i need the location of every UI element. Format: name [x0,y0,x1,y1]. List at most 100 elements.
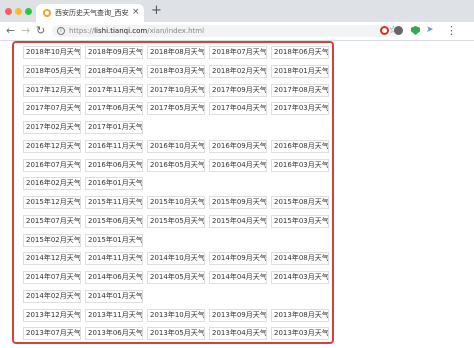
month-weather-link[interactable]: 2013年05月天气 [147,327,205,341]
month-weather-link[interactable]: 2016年12月天气 [23,139,81,153]
month-row: 2018年05月天气 2018年04月天气 2018年03月天气 2018年02月天气… [23,64,332,84]
month-weather-link[interactable]: 2016年09月天气 [209,139,267,153]
month-weather-link[interactable]: 2013年03月天气 [271,327,329,341]
send-extension-icon[interactable]: ➤ [426,26,435,35]
new-tab-button[interactable]: + [151,4,162,18]
extension-icon[interactable] [380,26,389,35]
month-weather-link[interactable]: 2015年08月天气 [271,196,329,209]
month-weather-link[interactable]: 2015年10月天气 [147,196,205,209]
month-weather-link[interactable]: 2014年06月天气 [85,271,143,284]
month-weather-link[interactable]: 2016年06月天气 [85,158,143,172]
info-icon[interactable]: i [57,27,65,35]
url-path: /xian/index.html [147,27,205,35]
extension-icon[interactable] [394,26,403,35]
back-icon[interactable]: ← [6,24,15,38]
month-weather-link[interactable]: 2013年08月天气 [271,308,329,322]
url-protocol: https:// [69,27,95,35]
month-row: 2017年07月天气 2017年06月天气 2017年05月天气 2017年04月天气… [23,102,332,121]
month-weather-link[interactable]: 2013年11月天气 [85,308,143,322]
month-weather-link[interactable]: 2016年07月天气 [23,158,81,172]
month-weather-link[interactable]: 2014年08月天气 [271,252,329,266]
month-weather-link[interactable]: 2014年11月天气 [85,252,143,266]
maximize-window-button[interactable] [25,8,32,15]
month-weather-link[interactable]: 2016年04月天气 [209,158,267,172]
menu-icon[interactable]: ⋮ [446,25,457,36]
month-weather-link[interactable]: 2014年12月天气 [23,252,81,266]
month-weather-link[interactable]: 2015年01月天气 [85,233,143,247]
month-weather-link[interactable]: 2016年03月天气 [271,158,329,172]
month-weather-link[interactable]: 2018年01月天气 [271,64,329,78]
month-weather-link[interactable]: 2016年08月天气 [271,139,329,153]
month-row: 2016年12月天气 2016年11月天气 2016年10月天气 2016年09月天气… [23,139,332,159]
month-weather-link[interactable]: 2018年05月天气 [23,64,81,78]
month-weather-link[interactable]: 2017年06月天气 [85,102,143,116]
month-weather-link[interactable]: 2018年04月天气 [85,64,143,78]
month-weather-link[interactable]: 2013年07月天气 [23,327,81,341]
month-weather-link[interactable]: 2018年08月天气 [147,46,205,59]
month-weather-link[interactable]: 2013年12月天气 [23,308,81,322]
month-weather-link[interactable]: 2014年03月天气 [271,271,329,284]
month-row: 2015年12月天气 2015年11月天气 2015年10月天气 2015年09月天气… [23,196,332,215]
month-weather-link[interactable]: 2017年01月天气 [85,121,143,134]
tab-bar: 西安历史天气查询_西安历史天 × + [0,0,474,22]
month-weather-link[interactable]: 2017年12月天气 [23,83,81,97]
site-favicon-icon [43,9,51,17]
month-weather-link[interactable]: 2014年05月天气 [147,271,205,284]
month-weather-link[interactable]: 2018年09月天气 [85,46,143,59]
month-weather-link[interactable]: 2013年09月天气 [209,308,267,322]
month-weather-link[interactable]: 2017年03月天气 [271,102,329,116]
month-row: 2016年07月天气 2016年06月天气 2016年05月天气 2016年04月天气… [23,158,332,178]
month-weather-link[interactable]: 2015年07月天气 [23,214,81,228]
month-weather-link[interactable]: 2015年04月天气 [209,214,267,228]
shield-extension-icon[interactable] [411,26,420,35]
month-weather-link[interactable]: 2018年07月天气 [209,46,267,59]
month-weather-link[interactable]: 2018年06月天气 [271,46,329,59]
month-weather-link[interactable]: 2017年04月天气 [209,102,267,116]
month-weather-link[interactable]: 2013年04月天气 [209,327,267,341]
minimize-window-button[interactable] [15,8,22,15]
month-weather-link[interactable]: 2016年05月天气 [147,158,205,172]
reload-icon[interactable]: ↻ [36,24,45,38]
month-weather-link[interactable]: 2017年10月天气 [147,83,205,97]
month-weather-link[interactable]: 2015年09月天气 [209,196,267,209]
month-link-grid: 2018年10月天气 2018年09月天气 2018年08月天气 2018年07月天气… [23,46,332,342]
month-row: 2016年02月天气 2016年01月天气 [23,177,332,196]
forward-icon[interactable]: → [21,24,30,38]
month-weather-link[interactable]: 2016年10月天气 [147,139,205,153]
month-weather-link[interactable]: 2014年07月天气 [23,271,81,284]
page-content: 2018年10月天气 2018年09月天气 2018年08月天气 2018年07月天气… [0,41,474,348]
month-weather-link[interactable]: 2015年03月天气 [271,214,329,228]
month-weather-link[interactable]: 2018年02月天气 [209,64,267,78]
month-weather-link[interactable]: 2013年06月天气 [85,327,143,341]
month-weather-link[interactable]: 2016年11月天气 [85,139,143,153]
month-weather-link[interactable]: 2018年10月天气 [23,46,81,59]
month-weather-link[interactable]: 2017年05月天气 [147,102,205,116]
month-weather-link[interactable]: 2013年10月天气 [147,308,205,322]
month-weather-link[interactable]: 2014年04月天气 [209,271,267,284]
month-weather-link[interactable]: 2018年03月天气 [147,64,205,78]
month-weather-link[interactable]: 2015年02月天气 [23,233,81,247]
month-weather-link[interactable]: 2017年08月天气 [271,83,329,97]
month-weather-link[interactable]: 2014年09月天气 [209,252,267,266]
month-weather-link[interactable]: 2016年02月天气 [23,177,81,191]
month-weather-link[interactable]: 2017年11月天气 [85,83,143,97]
close-window-button[interactable] [5,8,12,15]
month-weather-link[interactable]: 2015年05月天气 [147,214,205,228]
address-bar[interactable]: i https://lishi.tianqi.com/xian/index.ht… [52,25,400,37]
month-weather-link[interactable]: 2015年11月天气 [85,196,143,209]
month-weather-link[interactable]: 2014年01月天气 [85,289,143,303]
month-row: 2014年12月天气 2014年11月天气 2014年10月天气 2014年09月天气… [23,252,332,271]
month-weather-link[interactable]: 2015年12月天气 [23,196,81,209]
month-weather-link[interactable]: 2017年02月天气 [23,121,81,134]
history-month-panel: 2018年10月天气 2018年09月天气 2018年08月天气 2018年07月天气… [12,41,334,344]
month-row: 2014年02月天气 2014年01月天气 [23,289,332,309]
month-weather-link[interactable]: 2016年01月天气 [85,177,143,191]
browser-tab[interactable]: 西安历史天气查询_西安历史天 × [36,4,144,22]
month-weather-link[interactable]: 2014年10月天气 [147,252,205,266]
month-weather-link[interactable]: 2017年07月天气 [23,102,81,116]
month-row: 2017年02月天气 2017年01月天气 [23,121,332,140]
tab-close-icon[interactable]: × [132,7,140,18]
month-weather-link[interactable]: 2014年02月天气 [23,289,81,303]
month-weather-link[interactable]: 2017年09月天气 [209,83,267,97]
month-weather-link[interactable]: 2015年06月天气 [85,214,143,228]
